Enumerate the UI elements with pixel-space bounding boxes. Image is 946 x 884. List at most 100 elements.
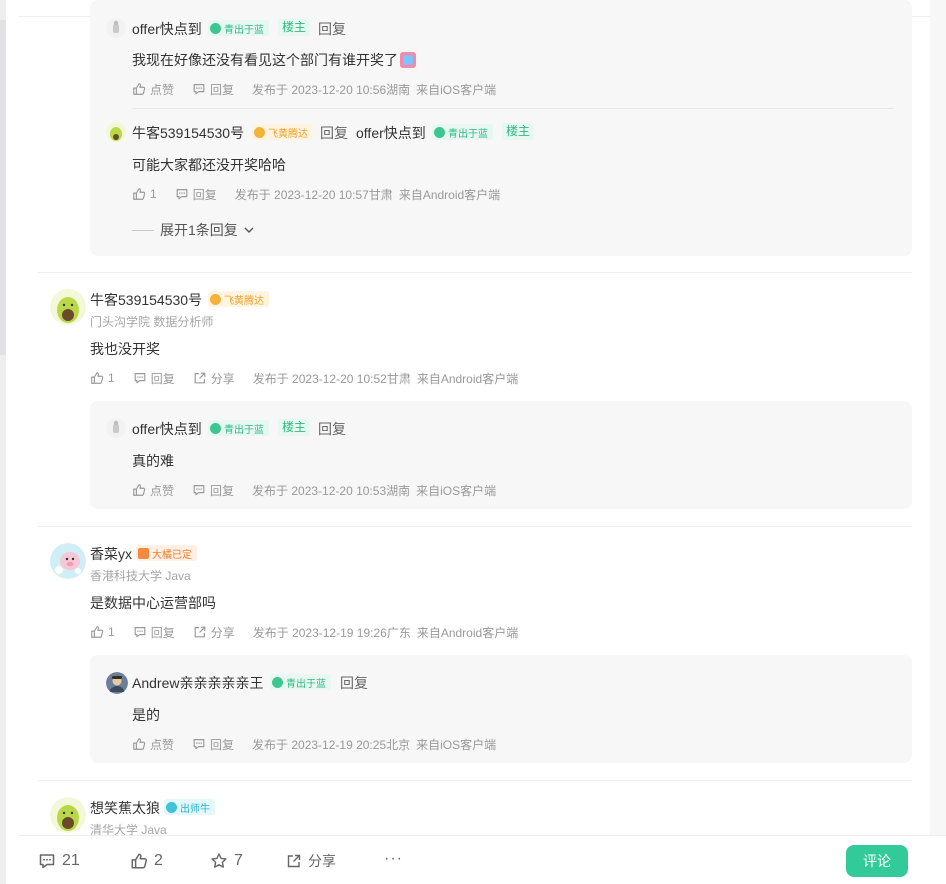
like-button[interactable]: 1	[132, 187, 157, 201]
reply-content: 我现在好像还没有看见这个部门有谁开奖了	[132, 50, 416, 70]
badge-label: 大橘已定	[152, 549, 192, 561]
post-time: 发布于 2023-12-19 20:25	[252, 737, 387, 752]
post-location: 广东	[386, 625, 411, 640]
reply-icon	[193, 84, 205, 95]
post-location: 甘肃	[368, 187, 393, 202]
avatar[interactable]	[106, 122, 126, 142]
reply-author[interactable]: offer快点到	[132, 419, 202, 439]
star-button[interactable]: 7	[210, 850, 243, 872]
divider	[132, 229, 154, 231]
divider	[38, 780, 912, 781]
reply-meta: 点赞 回复 发布于 2023-12-20 10:56 湖南 来自iOS客户端	[132, 81, 496, 97]
badge-icon	[254, 126, 265, 138]
user-badge: 飞黄腾达	[252, 124, 313, 140]
reply-button[interactable]: 回复	[340, 673, 368, 693]
avatar[interactable]	[50, 797, 86, 833]
divider	[38, 272, 912, 273]
star-icon	[211, 853, 227, 868]
like-count: 1	[108, 371, 115, 385]
reply-action[interactable]: 回复	[133, 370, 175, 387]
badge-icon	[210, 22, 221, 34]
avatar[interactable]	[50, 289, 86, 325]
comment-list: offer快点到 青出于蓝 楼主 回复 我现在好像还没有看见这个部门有谁开奖了 …	[18, 0, 930, 835]
share-post-button[interactable]: 分享	[286, 850, 336, 872]
reply-button[interactable]: 回复	[318, 419, 346, 439]
reply-label: 回复	[192, 187, 217, 202]
like-label: 点赞	[150, 82, 175, 97]
like-button[interactable]: 点赞	[132, 81, 174, 98]
post-client: 来自Android客户端	[416, 371, 519, 386]
comment-count: 21	[62, 852, 80, 869]
reply-label: 回复	[150, 625, 175, 640]
comment-author[interactable]: 香菜yx	[90, 544, 132, 564]
badge-icon	[166, 801, 177, 813]
comment-content: 是数据中心运营部吗	[90, 595, 216, 611]
share-label: 分享	[210, 371, 235, 386]
post-location: 湖南	[386, 82, 411, 97]
post-client: 来自iOS客户端	[416, 82, 497, 97]
share-button[interactable]: 分享	[193, 624, 235, 641]
comment-count-button[interactable]: 21	[38, 850, 80, 872]
reply-meta: 点赞 回复 发布于 2023-12-20 10:53 湖南 来自iOS客户端	[132, 482, 496, 498]
user-badge: 飞黄腾达	[208, 291, 269, 307]
reply-button[interactable]: 回复	[320, 123, 348, 143]
like-label: 点赞	[150, 483, 175, 498]
user-badge: 青出于蓝	[270, 674, 331, 690]
expand-replies-button[interactable]: 展开1条回复	[132, 220, 256, 240]
reply-action[interactable]: 回复	[133, 624, 175, 641]
like-post-button[interactable]: 2	[130, 850, 163, 872]
reply-action[interactable]: 回复	[192, 736, 234, 753]
post-time: 发布于 2023-12-19 19:26	[252, 625, 387, 640]
comment-button[interactable]: 评论	[846, 845, 908, 877]
post-time: 发布于 2023-12-20 10:53	[252, 483, 387, 498]
badge-icon	[272, 676, 283, 688]
like-count: 2	[154, 852, 163, 869]
user-badge: 出师牛	[164, 799, 215, 815]
like-button[interactable]: 1	[90, 625, 115, 639]
badge-label: 出师牛	[180, 803, 210, 815]
avatar[interactable]	[106, 672, 128, 694]
like-button[interactable]: 点赞	[132, 736, 174, 753]
badge-icon	[210, 422, 221, 434]
user-badge: 青出于蓝	[208, 420, 269, 436]
reply-author[interactable]: 牛客539154530号	[132, 123, 244, 143]
post-time: 发布于 2023-12-20 10:56	[252, 82, 387, 97]
post-client: 来自iOS客户端	[416, 483, 497, 498]
reply-label: 回复	[150, 371, 175, 386]
comment-meta: 1 回复 分享 发布于 2023-12-19 19:26 广东 来自Androi…	[90, 624, 518, 640]
reply-action[interactable]: 回复	[175, 186, 217, 203]
reply-meta: 点赞 回复 发布于 2023-12-19 20:25 北京 来自iOS客户端	[132, 736, 496, 752]
reply-action[interactable]: 回复	[192, 81, 234, 98]
like-count: 1	[150, 187, 157, 201]
scrollbar-thumb[interactable]	[0, 20, 6, 355]
reply-button[interactable]: 回复	[318, 19, 346, 39]
comment-content: 我也没开奖	[90, 341, 160, 357]
author-info: 清华大学 Java	[90, 823, 167, 835]
avatar[interactable]	[50, 543, 86, 579]
comment-author[interactable]: 牛客539154530号	[90, 290, 202, 310]
reply-action[interactable]: 回复	[192, 482, 234, 499]
reply-author[interactable]: Andrew亲亲亲亲亲王	[132, 673, 263, 693]
reply-text: 我现在好像还没有看见这个部门有谁开奖了	[132, 52, 398, 68]
post-location: 甘肃	[386, 371, 411, 386]
op-tag: 楼主	[278, 419, 311, 436]
avatar[interactable]	[106, 18, 126, 38]
reply-label: 回复	[210, 82, 235, 97]
more-icon[interactable]: ···	[384, 848, 403, 870]
reply-author[interactable]: offer快点到	[132, 19, 202, 39]
share-button[interactable]: 分享	[193, 370, 235, 387]
comment-author[interactable]: 想笑蕉太狼	[90, 798, 160, 818]
like-button[interactable]: 1	[90, 371, 115, 385]
reply-icon	[134, 373, 146, 384]
reply-content: 可能大家都还没开奖哈哈	[132, 157, 286, 173]
like-button[interactable]: 点赞	[132, 482, 174, 499]
author-info: 门头沟学院 数据分析师	[90, 315, 214, 329]
avatar[interactable]	[106, 418, 126, 438]
bottom-action-bar: 21 2 7 分享 ··· 评论	[18, 835, 946, 884]
badge-label: 飞黄腾达	[224, 295, 264, 307]
like-icon	[133, 738, 146, 750]
badge-label: 青出于蓝	[224, 24, 264, 36]
badge-icon	[210, 293, 221, 305]
like-label: 点赞	[150, 737, 175, 752]
reply-target[interactable]: offer快点到	[356, 123, 426, 143]
